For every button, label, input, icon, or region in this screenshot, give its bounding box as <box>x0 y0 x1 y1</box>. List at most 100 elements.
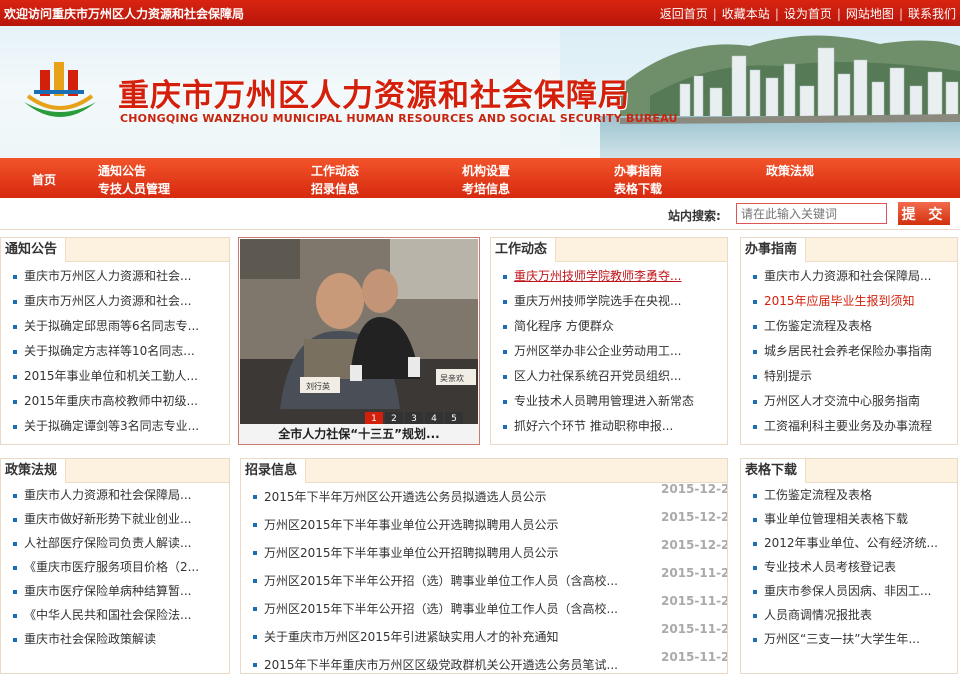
date-label: 2015-11-26 <box>661 567 727 580</box>
nav-policy[interactable]: 政策法规 <box>766 162 814 179</box>
welcome-text: 欢迎访问重庆市万州区人力资源和社会保障局 <box>4 7 245 21</box>
list-item[interactable]: 事业单位管理相关表格下载 <box>741 507 957 532</box>
list-item[interactable]: 重庆市参保人员因病、非因工... <box>741 579 957 604</box>
forms-panel-title: 表格下载 <box>741 459 807 483</box>
list-item[interactable]: 万州区“三支一扶”大学生年... <box>741 627 957 652</box>
bullet-icon <box>753 400 757 404</box>
header-banner: 重庆市万州区人力资源和社会保障局 CHONGQING WANZHOU MUNIC… <box>0 26 960 158</box>
table-row[interactable]: 万州区2015年下半年公开招（选）聘事业单位工作人员（含高校... 2015-11… <box>241 595 727 623</box>
list-item[interactable]: 人员商调情况报批表 <box>741 603 957 628</box>
recruit-panel: 招录信息 2015年下半年万州区公开遴选公务员拟遴选人员公示2015-12-25… <box>240 458 728 674</box>
site-title: 重庆市万州区人力资源和社会保障局 <box>118 78 630 114</box>
bullet-icon <box>753 325 757 329</box>
list-item[interactable]: 重庆市社会保险政策解读 <box>1 627 229 652</box>
nav-work-news[interactable]: 工作动态 <box>311 162 359 179</box>
table-row[interactable]: 关于重庆市万州区2015年引进紧缺实用人才的补充通知2015-11-24 <box>241 623 727 651</box>
list-item[interactable]: 重庆市人力资源和社会保障局... <box>741 264 957 289</box>
link-contact[interactable]: 联系我们 <box>908 7 956 21</box>
list-item[interactable]: 特别提示 <box>741 364 957 389</box>
list-item[interactable]: 重庆市万州区人力资源和社会... <box>1 264 229 289</box>
bullet-icon <box>753 542 757 546</box>
bullet-icon <box>13 566 17 570</box>
guide-panel-title: 办事指南 <box>741 238 807 262</box>
list-item[interactable]: 工伤鉴定流程及表格 <box>741 314 957 339</box>
link-sitemap[interactable]: 网站地图 <box>846 7 894 21</box>
bullet-icon <box>503 425 507 429</box>
list-item[interactable]: 重庆万州技师学院教师李勇夺... <box>491 264 727 289</box>
date-label: 2015-11-26 <box>661 595 727 608</box>
link-home[interactable]: 返回首页 <box>660 7 708 21</box>
photo-caption[interactable]: 全市人力社保“十三五”规划... <box>239 424 479 444</box>
list-item[interactable]: 2015年事业单位和机关工勤人... <box>1 364 229 389</box>
list-item[interactable]: 简化程序 方便群众 <box>491 314 727 339</box>
list-item[interactable]: 万州区人才交流中心服务指南 <box>741 389 957 414</box>
bullet-icon <box>253 495 257 499</box>
nav-home[interactable]: 首页 <box>32 171 56 188</box>
nameplate-right: 吴亲欢 <box>440 373 464 383</box>
list-item[interactable]: 万州区举办非公企业劳动用工... <box>491 339 727 364</box>
date-label: 2015-12-21 <box>661 539 727 552</box>
bullet-icon <box>253 579 257 583</box>
work-news-panel: 工作动态 重庆万州技师学院教师李勇夺... 重庆万州技师学院选手在央视... 简… <box>490 237 728 445</box>
bullet-icon <box>753 350 757 354</box>
list-item[interactable]: 抓好六个环节 推动职称申报... <box>491 414 727 439</box>
bureau-logo <box>24 62 96 117</box>
search-bar: 站内搜索: 提 交 <box>0 198 960 230</box>
policy-panel-title: 政策法规 <box>1 459 67 483</box>
table-row[interactable]: 万州区2015年下半年公开招（选）聘事业单位工作人员（含高校... 2015-11… <box>241 567 727 595</box>
list-item[interactable]: 《中华人民共和国社会保险法... <box>1 603 229 628</box>
list-item[interactable]: 重庆市万州区人力资源和社会... <box>1 289 229 314</box>
nav-exam-training[interactable]: 考培信息 <box>462 180 510 197</box>
search-submit-button[interactable]: 提 交 <box>898 202 950 225</box>
list-item[interactable]: 《重庆市医疗服务项目价格（2... <box>1 555 229 580</box>
list-item[interactable]: 区人力社保系统召开党员组织... <box>491 364 727 389</box>
bullet-icon <box>753 300 757 304</box>
bullet-icon <box>503 300 507 304</box>
nav-forms[interactable]: 表格下载 <box>614 180 662 197</box>
bullet-icon <box>13 614 17 618</box>
bullet-icon <box>253 551 257 555</box>
bullet-icon <box>13 300 17 304</box>
search-input[interactable] <box>736 203 887 224</box>
search-label: 站内搜索: <box>668 209 721 223</box>
link-set-home[interactable]: 设为首页 <box>784 7 832 21</box>
bullet-icon <box>753 614 757 618</box>
date-label: 2015-12-25 <box>661 483 727 496</box>
list-item[interactable]: 关于拟确定方志祥等10名同志... <box>1 339 229 364</box>
bullet-icon <box>753 425 757 429</box>
bullet-icon <box>13 494 17 498</box>
list-item[interactable]: 重庆市做好新形势下就业创业... <box>1 507 229 532</box>
guide-panel: 办事指南 重庆市人力资源和社会保障局... 2015年应届毕业生报到须知 工伤鉴… <box>740 237 958 445</box>
nav-recruit[interactable]: 招录信息 <box>311 180 359 197</box>
list-item[interactable]: 重庆市人力资源和社会保障局... <box>1 483 229 508</box>
nav-guide[interactable]: 办事指南 <box>614 162 662 179</box>
bullet-icon <box>13 425 17 429</box>
list-item[interactable]: 2015年应届毕业生报到须知 <box>741 289 957 314</box>
nav-org[interactable]: 机构设置 <box>462 162 510 179</box>
bullet-icon <box>13 518 17 522</box>
nav-tech-staff[interactable]: 专技人员管理 <box>98 180 170 197</box>
bullet-icon <box>753 590 757 594</box>
list-item[interactable]: 关于拟确定邱思雨等6名同志专... <box>1 314 229 339</box>
table-row[interactable]: 万州区2015年下半年事业单位公开招聘拟聘用人员公示2015-12-21 <box>241 539 727 567</box>
list-item[interactable]: 重庆万州技师学院选手在央视... <box>491 289 727 314</box>
table-row[interactable]: 2015年下半年重庆市万州区区级党政群机关公开遴选公务员笔试... 2015-11… <box>241 651 727 674</box>
list-item[interactable]: 专业技术人员考核登记表 <box>741 555 957 580</box>
list-item[interactable]: 工资福利科主要业务及办事流程 <box>741 414 957 439</box>
list-item[interactable]: 关于拟确定谭剑等3名同志专业... <box>1 414 229 439</box>
list-item[interactable]: 2012年事业单位、公有经济统... <box>741 531 957 556</box>
list-item[interactable]: 重庆市医疗保险单病种结算暂... <box>1 579 229 604</box>
list-item[interactable]: 工伤鉴定流程及表格 <box>741 483 957 508</box>
bullet-icon <box>753 275 757 279</box>
nav-notice[interactable]: 通知公告 <box>98 162 146 179</box>
table-row[interactable]: 万州区2015年下半年事业单位公开选聘拟聘用人员公示2015-12-21 <box>241 511 727 539</box>
list-item[interactable]: 专业技术人员聘用管理进入新常态 <box>491 389 727 414</box>
photo-slider[interactable]: 刘行英 吴亲欢 12345 全市人力社保“十三五”规划... <box>238 237 480 445</box>
list-item[interactable]: 城乡居民社会养老保险办事指南 <box>741 339 957 364</box>
link-bookmark[interactable]: 收藏本站 <box>722 7 770 21</box>
bullet-icon <box>13 375 17 379</box>
list-item[interactable]: 2015年重庆市高校教师中初级... <box>1 389 229 414</box>
list-item[interactable]: 人社部医疗保险司负责人解读... <box>1 531 229 556</box>
table-row[interactable]: 2015年下半年万州区公开遴选公务员拟遴选人员公示2015-12-25 <box>241 483 727 511</box>
slider-pager: 12345 <box>363 410 463 426</box>
